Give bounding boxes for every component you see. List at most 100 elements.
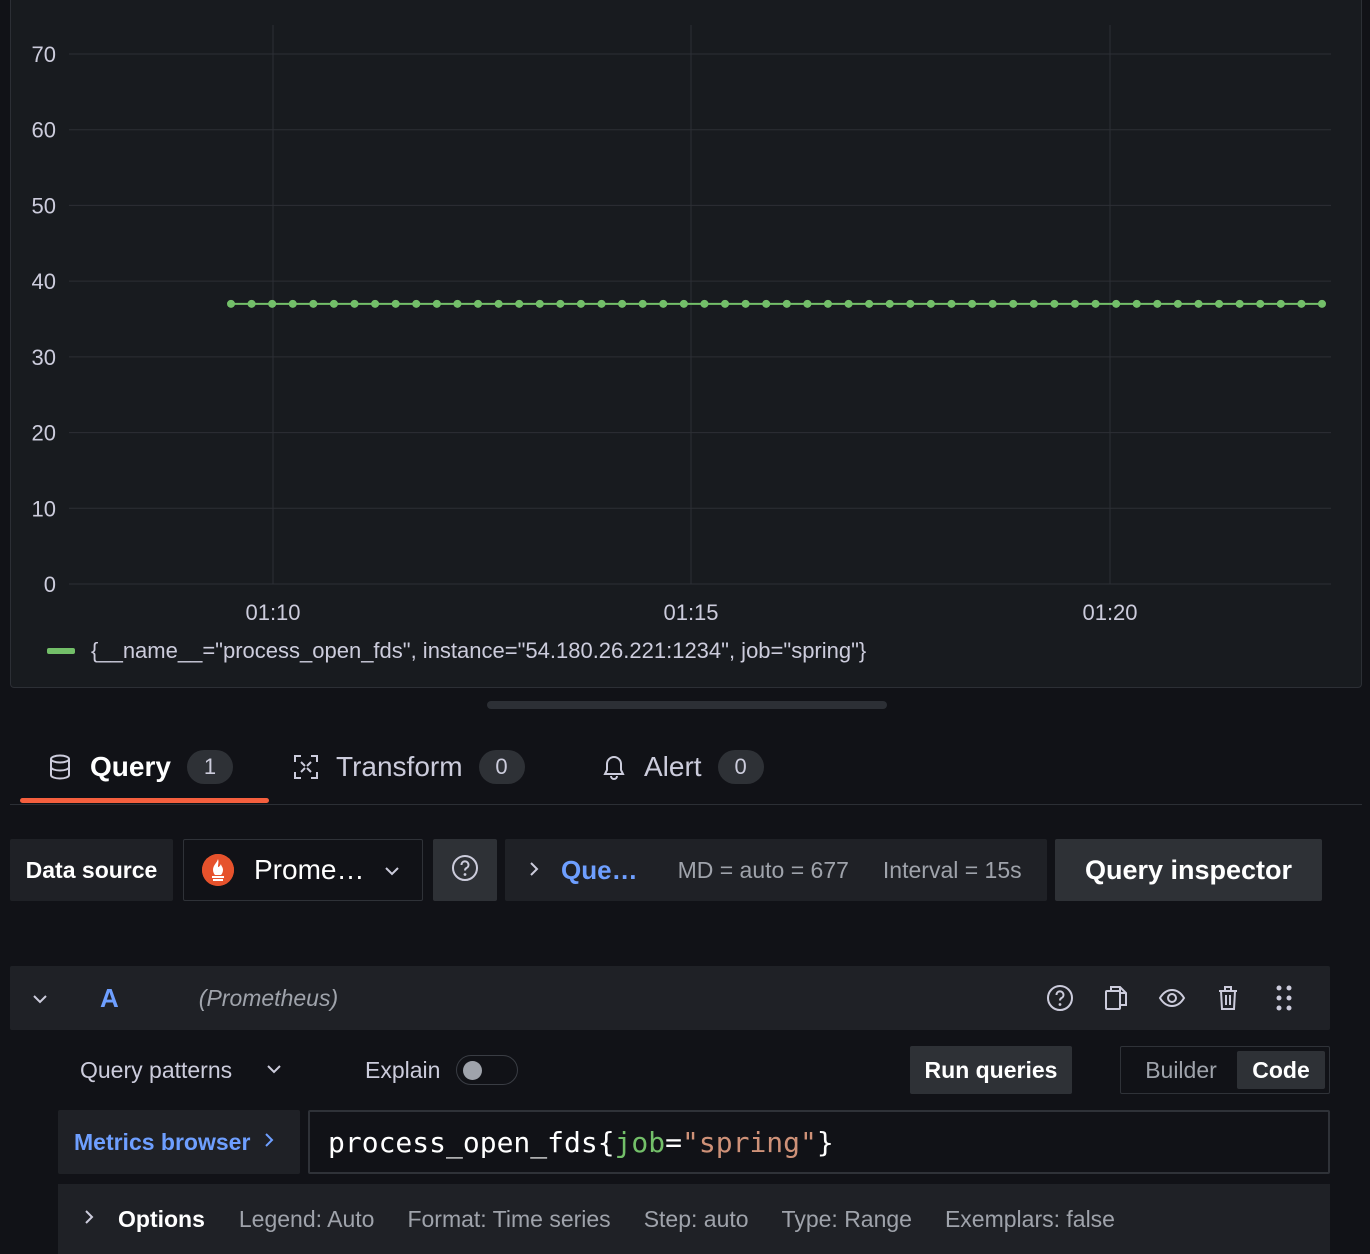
series-point xyxy=(1091,299,1100,308)
metrics-browser-label: Metrics browser xyxy=(74,1128,251,1155)
y-tick-label: 30 xyxy=(32,345,56,370)
query-patterns-label: Query patterns xyxy=(80,1056,233,1083)
transform-icon xyxy=(292,753,320,781)
chevron-down-icon xyxy=(384,860,400,881)
query-datasource-name: (Prometheus) xyxy=(198,984,339,1011)
promql-query-editor[interactable]: process_open_fds{job = "spring"} xyxy=(308,1110,1330,1174)
series-point xyxy=(412,299,421,308)
series-point xyxy=(1297,299,1306,308)
series-point xyxy=(247,299,256,308)
tab-alert-count: 0 xyxy=(717,750,764,784)
query-label-key: job xyxy=(614,1125,666,1159)
tabs-divider xyxy=(10,804,1362,805)
y-tick-label: 50 xyxy=(32,193,56,218)
tab-transform-label: Transform xyxy=(336,751,463,782)
series-point xyxy=(391,299,400,308)
series-point xyxy=(700,299,709,308)
max-data-points-info: MD = auto = 677 xyxy=(677,856,849,883)
chevron-right-icon xyxy=(264,1131,274,1154)
query-patterns-dropdown[interactable]: Query patterns xyxy=(80,1053,282,1087)
series-point xyxy=(309,299,318,308)
data-source-label: Data source xyxy=(10,839,173,901)
series-point xyxy=(803,299,812,308)
series-point xyxy=(1235,299,1244,308)
metrics-browser-button[interactable]: Metrics browser xyxy=(58,1110,300,1174)
y-tick-label: 40 xyxy=(32,269,56,294)
time-series-chart: 70 60 50 40 30 20 10 0 01:10 01:15 01:20 xyxy=(32,25,1331,625)
options-label: Options xyxy=(118,1205,205,1232)
editor-mode-toggle: Builder Code xyxy=(1120,1046,1330,1094)
option-type: Type: Range xyxy=(781,1205,912,1232)
series-point xyxy=(288,299,297,308)
query-row-header: A (Prometheus) xyxy=(10,966,1330,1030)
option-step: Step: auto xyxy=(643,1205,749,1232)
series-point xyxy=(885,299,894,308)
series-point xyxy=(597,299,606,308)
duplicate-query-icon[interactable] xyxy=(1088,966,1144,1030)
graph-panel: 70 60 50 40 30 20 10 0 01:10 01:15 01:20 {__name__… xyxy=(10,0,1362,688)
explain-toggle[interactable] xyxy=(456,1055,519,1085)
tab-alert-label: Alert xyxy=(644,751,702,782)
series-point xyxy=(329,299,338,308)
query-options-toggle[interactable]: Que… MD = auto = 677 Interval = 15s xyxy=(505,839,1047,901)
drag-handle-icon[interactable] xyxy=(1256,966,1312,1030)
toggle-knob xyxy=(463,1061,483,1080)
query-metric-token: process_open_fds xyxy=(328,1125,598,1159)
series-point xyxy=(947,299,956,308)
data-source-picker[interactable]: Prome… xyxy=(183,839,423,901)
series-point xyxy=(494,299,503,308)
series-point xyxy=(1194,299,1203,308)
query-close-brace: } xyxy=(816,1125,834,1159)
data-source-help-button[interactable] xyxy=(433,839,497,901)
eye-icon[interactable] xyxy=(1144,966,1200,1030)
series-point xyxy=(432,299,441,308)
series-point xyxy=(638,299,647,308)
x-tick-label: 01:20 xyxy=(1082,600,1137,625)
legend-label: {__name__="process_open_fds", instance="… xyxy=(91,638,867,663)
legend-item[interactable]: {__name__="process_open_fds", instance="… xyxy=(47,638,866,664)
run-queries-button[interactable]: Run queries xyxy=(910,1046,1072,1094)
tab-query[interactable]: Query 1 xyxy=(20,730,269,804)
series-point xyxy=(1050,299,1059,308)
tab-query-label: Query xyxy=(90,751,171,782)
query-label-value: "spring" xyxy=(682,1125,817,1159)
code-mode-button[interactable]: Code xyxy=(1237,1051,1325,1089)
editor-tabs: Query 1 Transform 0 Alert 0 xyxy=(10,730,1362,805)
data-source-value: Prome… xyxy=(254,854,365,885)
series-point xyxy=(906,299,915,308)
series-point xyxy=(556,299,565,308)
tab-query-count: 1 xyxy=(186,750,233,784)
series-point xyxy=(1256,299,1265,308)
legend-swatch xyxy=(47,648,75,654)
series-point xyxy=(659,299,668,308)
panel-resize-handle[interactable] xyxy=(487,701,887,709)
series-point xyxy=(1215,299,1224,308)
series-point xyxy=(865,299,874,308)
chevron-down-icon xyxy=(266,1061,282,1079)
series-point xyxy=(968,299,977,308)
y-tick-label: 0 xyxy=(44,572,56,597)
tab-alert[interactable]: Alert 0 xyxy=(600,730,764,804)
x-tick-label: 01:15 xyxy=(663,600,718,625)
series-point xyxy=(823,299,832,308)
query-options-row[interactable]: Options Legend: Auto Format: Time series… xyxy=(58,1184,1330,1254)
option-legend: Legend: Auto xyxy=(238,1205,375,1232)
series-point xyxy=(741,299,750,308)
query-inspector-button[interactable]: Query inspector xyxy=(1055,839,1322,901)
query-help-icon[interactable] xyxy=(1032,966,1088,1030)
series-point xyxy=(535,299,544,308)
series-point xyxy=(371,299,380,308)
query-ref-id[interactable]: A xyxy=(100,983,119,1014)
chevron-right-icon xyxy=(529,857,539,883)
series-point xyxy=(1318,299,1326,308)
collapse-query-button[interactable] xyxy=(32,987,54,1010)
builder-mode-button[interactable]: Builder xyxy=(1125,1051,1237,1089)
series-point xyxy=(1153,299,1162,308)
series-point xyxy=(268,299,277,308)
y-tick-label: 20 xyxy=(32,421,56,446)
y-tick-label: 60 xyxy=(32,118,56,143)
trash-icon[interactable] xyxy=(1200,966,1256,1030)
bell-icon xyxy=(600,753,628,781)
series-point xyxy=(453,299,462,308)
tab-transform[interactable]: Transform 0 xyxy=(292,730,525,804)
